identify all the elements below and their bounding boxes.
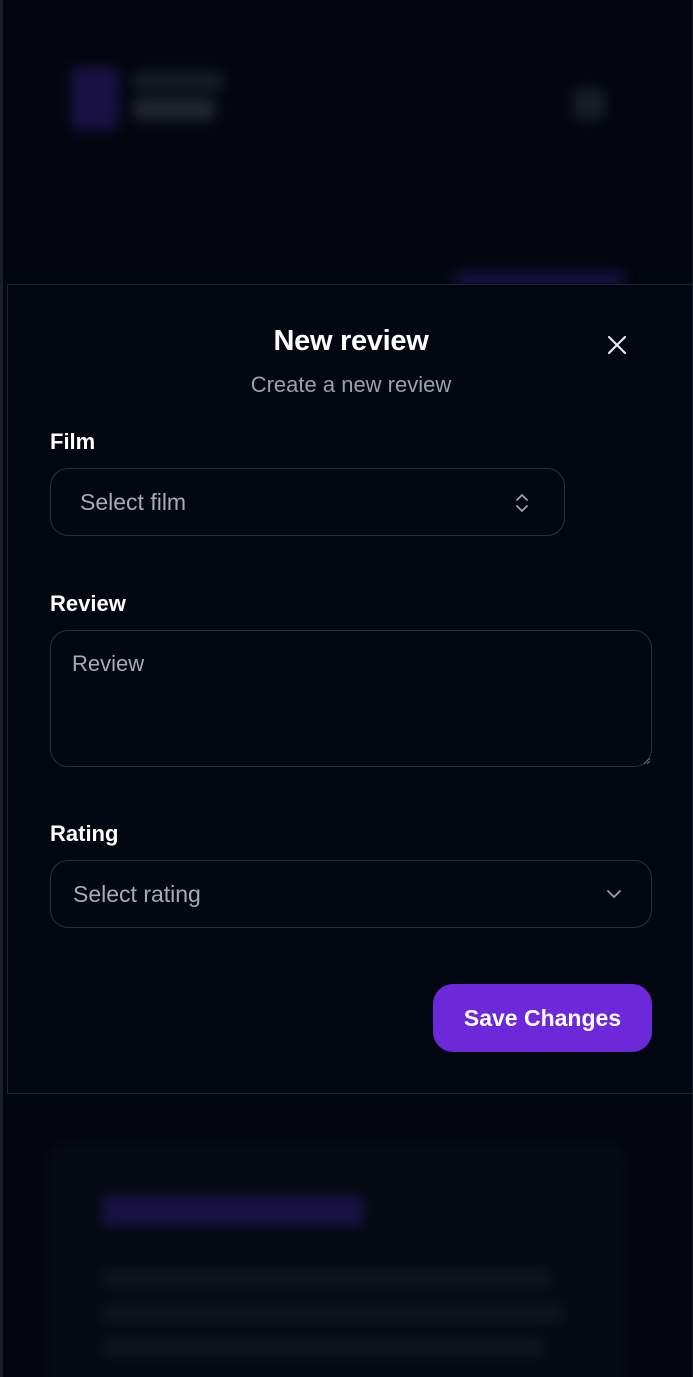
logo-icon xyxy=(71,66,119,130)
film-select-value: Select film xyxy=(80,488,187,515)
logo-text-placeholder xyxy=(133,72,223,90)
rating-select[interactable]: Select rating xyxy=(50,860,652,928)
background-content xyxy=(3,1094,692,1377)
background-card-title xyxy=(103,1196,363,1226)
review-label: Review xyxy=(50,591,126,616)
rating-label: Rating xyxy=(50,821,119,846)
film-label: Film xyxy=(50,429,96,454)
chevron-down-icon xyxy=(607,890,621,898)
background-text-line xyxy=(103,1338,543,1356)
logo-text-placeholder xyxy=(133,98,215,120)
page: New review Create a new review Film Sele… xyxy=(0,0,693,1377)
resize-handle-icon[interactable] xyxy=(643,757,651,765)
film-select[interactable]: Select film xyxy=(50,468,565,536)
close-button[interactable] xyxy=(604,332,630,358)
save-changes-button[interactable]: Save Changes xyxy=(433,984,652,1052)
dialog-subtitle: Create a new review xyxy=(250,372,452,397)
menu-icon xyxy=(573,88,605,120)
background-text-line xyxy=(103,1270,551,1288)
background-header xyxy=(3,0,692,286)
new-review-dialog: New review Create a new review Film Sele… xyxy=(7,284,692,1094)
review-textarea[interactable] xyxy=(50,630,652,767)
close-icon xyxy=(607,335,627,355)
background-text-line xyxy=(103,1304,563,1322)
chevron-up-down-icon xyxy=(516,494,528,512)
dialog-title: New review xyxy=(273,325,429,357)
rating-select-value: Select rating xyxy=(73,880,201,907)
